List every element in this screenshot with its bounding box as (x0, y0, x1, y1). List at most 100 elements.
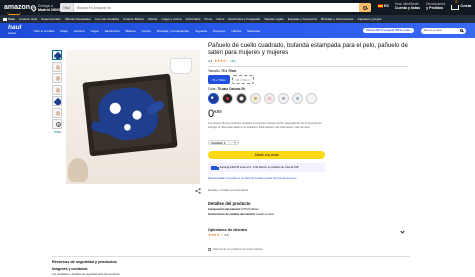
haul-logo-text: haul (8, 23, 22, 31)
subnav-item[interactable]: Juguetes y juegos (357, 17, 381, 21)
haul-nav-item[interactable]: Electrónica (105, 29, 120, 33)
haul-nav-item[interactable]: Todo lo vendido (33, 29, 54, 33)
haul-nav-item[interactable]: Belleza (126, 29, 136, 33)
search-category-select[interactable]: Haul (60, 3, 74, 12)
cart-count: 0 (455, 0, 458, 4)
price-note: Los precios de los productos vendidos en… (208, 122, 322, 129)
search-input[interactable]: Buscar en Amazon.es (74, 3, 359, 12)
color-swatch[interactable] (264, 93, 275, 105)
haul-nav-item[interactable]: Mascotas (247, 29, 260, 33)
haul-nav: Todo lo vendido Mujer Hombre Hogar Elect… (33, 29, 260, 33)
cart-button[interactable]: 0 Cesta (451, 0, 472, 10)
thumbnail[interactable] (52, 107, 62, 118)
subnav-item[interactable]: Supermercado (41, 17, 61, 21)
size-option[interactable]: 90 x 90cm (231, 75, 254, 85)
thumbnail[interactable] (52, 50, 62, 60)
subnav-item[interactable]: Hogar y cocina (162, 17, 182, 21)
subnav-item[interactable]: Últimas Novedades (65, 17, 91, 21)
spain-flag-icon (378, 4, 383, 8)
color-swatch[interactable] (236, 93, 247, 105)
reviews-rating: ★★★★☆ 4,3 (208, 233, 404, 237)
size-label-row: Tamaño: 70 x 70cm (208, 69, 408, 73)
quantity-select[interactable]: Cantidad: 1 (208, 140, 239, 145)
detail-row: Instrucciones de cuidado del material: L… (208, 213, 408, 216)
search-button[interactable] (359, 3, 371, 12)
account-line2: Cuenta y listas (394, 6, 421, 10)
scarf-thumb-icon (53, 97, 61, 105)
thumbnail[interactable] (52, 61, 62, 72)
account-menu[interactable]: Hola, identifícate Cuenta y listas (395, 2, 420, 10)
divider (52, 256, 410, 257)
haul-nav-item[interactable]: Deportes (213, 29, 225, 33)
model-thumb-icon (56, 64, 60, 70)
subnav-item[interactable]: Bricolaje y herramientas (321, 17, 353, 21)
subnav-item[interactable]: Electrónica y Fotografía (228, 17, 260, 21)
subnav-item[interactable]: Amazon Basics (123, 17, 144, 21)
product-title: Pañuelo de cuello cuadrado, bufanda esta… (208, 42, 408, 57)
size-options: 70 x 70cm 90 x 90cm (208, 75, 408, 85)
haul-nav-item[interactable]: Bricolaje y herramientas (157, 29, 189, 33)
thumbnail[interactable] (52, 73, 62, 83)
subnav-item[interactable]: Ofertas (148, 17, 158, 21)
rating-value: 4,3 (208, 58, 213, 63)
main-product-image[interactable] (66, 50, 200, 184)
share-icon[interactable] (195, 188, 201, 194)
cart-label: Cesta (460, 3, 472, 8)
model-thumb-icon (56, 76, 60, 81)
location-pin-icon (29, 3, 38, 12)
truck-icon (211, 165, 219, 170)
scarf-thumb-icon (53, 51, 61, 59)
haul-search-input[interactable]: Buscar en Haul (421, 27, 466, 34)
report-problem-link[interactable]: Informar de un problema con este product… (208, 248, 263, 251)
color-swatch[interactable] (208, 93, 219, 105)
thumbnail[interactable] (52, 84, 62, 95)
promo-pill[interactable]: Ahorra 10% al comprar 150 € o más › (363, 28, 415, 33)
size-option[interactable]: 70 x 70cm (208, 75, 230, 85)
subnav-item[interactable]: Los más vendidos (95, 17, 119, 21)
product-details: Detalles del producto Composición del ma… (208, 201, 408, 216)
price-fraction: 99 (216, 109, 222, 115)
haul-nav-item[interactable]: Ofertas (231, 29, 241, 33)
subnav-item[interactable]: Prime (204, 17, 212, 21)
all-menu-button[interactable]: Todo (3, 17, 15, 21)
delivery-info: Entrega GRATIS entre el 3 - 9 de febrero… (208, 163, 325, 172)
add-to-cart-button[interactable]: Añadir a la cesta (208, 151, 325, 159)
sold-by[interactable]: Enviado y vendido por Haul Global (208, 189, 248, 192)
report-text: Informar de un problema con este product… (213, 248, 263, 251)
haul-nav-item[interactable]: Mujer (60, 29, 68, 33)
video-thumbnail[interactable] (52, 119, 62, 129)
haul-logo-tagline: amazon (8, 32, 17, 35)
detail-key: Composición del material: (208, 208, 241, 212)
color-swatch[interactable] (222, 93, 233, 105)
subnav-item[interactable]: Libros (216, 17, 224, 21)
product-info: Pañuelo de cuello cuadrado, bufanda esta… (208, 42, 408, 129)
images-contacts-heading: Imágenes y contactos (52, 267, 88, 271)
color-swatch[interactable] (250, 93, 261, 105)
rating-count-link[interactable]: (42) (230, 59, 235, 63)
safety-text: Los resultados y estudios de seguridad p… (52, 272, 121, 276)
detail-key: Instrucciones de cuidado del material: (208, 213, 256, 217)
subnav-item[interactable]: Informática (186, 17, 201, 21)
customer-reviews[interactable]: Opiniones de clientes ★★★★☆ 4,3 (208, 228, 405, 237)
subnav-item[interactable]: Equipaje y Accesorios (288, 17, 317, 21)
haul-nav-item[interactable]: Hombre (74, 29, 85, 33)
safety-section: Recursos de seguridad y productos Imágen… (52, 260, 412, 276)
haul-nav-item[interactable]: Cocina (141, 29, 150, 33)
color-swatch[interactable] (306, 93, 317, 105)
thumbnail[interactable] (52, 96, 62, 106)
color-swatch[interactable] (292, 93, 303, 105)
mug-decor (170, 58, 192, 74)
language-selector[interactable]: ES (378, 4, 389, 8)
rating-row[interactable]: 4,3 ★★★★☆ (42) (208, 59, 408, 63)
amazon-logo[interactable]: amazon.es (4, 4, 35, 15)
orders-link[interactable]: Devoluciones y Pedidos (426, 2, 445, 10)
deliver-to[interactable]: Entregar a Madrid 28001 (29, 3, 63, 12)
color-value: 70-azul Oscuro-09 (217, 87, 245, 92)
size-value: 70 x 70cm (221, 69, 237, 74)
color-swatch[interactable] (278, 93, 289, 105)
subnav-item[interactable]: Amazon Haul (19, 17, 37, 21)
haul-logo[interactable]: haul amazon (8, 23, 22, 37)
haul-nav-item[interactable]: Juguetes (195, 29, 207, 33)
subnav-item[interactable]: Tarjetas regalo (264, 17, 284, 21)
haul-nav-item[interactable]: Hogar (91, 29, 99, 33)
